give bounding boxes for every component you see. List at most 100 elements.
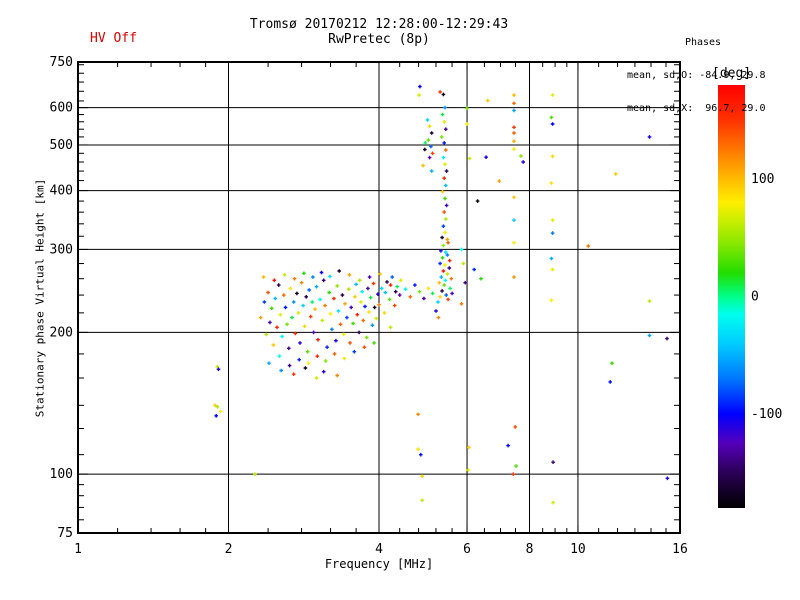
data-point xyxy=(461,261,466,266)
data-point xyxy=(306,361,311,365)
data-point xyxy=(512,147,516,151)
data-point xyxy=(360,289,364,294)
data-point xyxy=(298,341,302,345)
data-point xyxy=(512,131,516,135)
data-point xyxy=(441,92,446,97)
data-point xyxy=(272,278,277,283)
data-point xyxy=(313,307,317,311)
data-point xyxy=(372,305,377,310)
data-point xyxy=(374,316,379,321)
data-point xyxy=(444,203,449,208)
data-point xyxy=(311,275,315,279)
data-point xyxy=(444,148,448,152)
data-point xyxy=(512,93,516,97)
data-point xyxy=(345,315,349,320)
data-point xyxy=(367,275,372,279)
data-point xyxy=(436,315,441,320)
data-point xyxy=(383,290,388,295)
data-point xyxy=(393,289,398,294)
data-point xyxy=(351,321,355,326)
data-point xyxy=(550,218,555,222)
x-tick-label: 8 xyxy=(526,542,534,557)
data-point xyxy=(506,443,510,448)
data-point xyxy=(475,199,480,203)
phases-mean-sd-o: mean, sd,O: -84.9, 29.8 xyxy=(627,70,766,81)
data-point xyxy=(338,322,343,327)
data-point xyxy=(382,311,387,315)
data-point xyxy=(385,280,389,284)
data-point xyxy=(441,269,446,273)
data-point xyxy=(444,169,449,173)
data-point xyxy=(519,154,523,158)
data-point xyxy=(442,283,446,287)
data-point xyxy=(512,125,516,130)
data-point xyxy=(321,278,326,283)
data-point xyxy=(335,373,339,378)
data-point xyxy=(262,300,267,304)
data-point xyxy=(426,286,431,291)
data-point xyxy=(465,122,469,126)
data-point xyxy=(295,291,299,296)
data-point xyxy=(437,280,442,285)
data-point xyxy=(551,460,555,464)
data-point xyxy=(335,284,339,288)
data-point xyxy=(296,311,301,315)
data-point xyxy=(427,124,432,128)
data-point xyxy=(443,196,447,201)
data-point xyxy=(321,369,326,374)
data-point xyxy=(446,240,450,245)
data-point xyxy=(436,300,440,304)
data-point xyxy=(485,98,490,103)
y-tick-label: 100 xyxy=(50,467,73,482)
data-point xyxy=(353,295,357,299)
data-point xyxy=(467,445,471,450)
data-point xyxy=(467,156,472,161)
data-point xyxy=(328,312,333,316)
data-point xyxy=(347,287,351,291)
data-point xyxy=(445,237,450,242)
data-point xyxy=(403,287,408,291)
data-point xyxy=(314,284,319,289)
data-point xyxy=(341,332,346,337)
data-point xyxy=(512,101,516,106)
data-point xyxy=(362,345,367,349)
data-point xyxy=(357,278,362,283)
data-point xyxy=(276,283,281,287)
data-point xyxy=(279,368,283,373)
data-point xyxy=(479,276,483,281)
data-point xyxy=(430,151,435,156)
data-point xyxy=(549,256,554,261)
data-point xyxy=(372,341,376,345)
data-point xyxy=(387,297,392,302)
data-point xyxy=(343,302,347,306)
data-point xyxy=(290,315,294,320)
data-point xyxy=(416,447,420,451)
data-point xyxy=(299,280,304,285)
x-tick-label: 2 xyxy=(225,542,233,557)
data-point xyxy=(442,141,446,145)
data-point xyxy=(368,295,373,300)
data-point xyxy=(287,346,291,351)
data-point xyxy=(472,267,476,272)
data-point xyxy=(302,271,306,276)
data-point xyxy=(214,414,218,418)
x-tick-label: 16 xyxy=(672,542,688,557)
data-point xyxy=(550,93,555,97)
data-point xyxy=(512,195,516,200)
data-point xyxy=(443,278,448,283)
data-point xyxy=(459,247,464,252)
data-point xyxy=(332,352,337,356)
data-point xyxy=(327,290,331,295)
data-point xyxy=(613,172,618,176)
data-point xyxy=(283,305,288,310)
data-point xyxy=(665,336,669,341)
data-point xyxy=(441,224,446,228)
data-point xyxy=(310,300,314,304)
data-point xyxy=(352,349,357,354)
data-point xyxy=(288,286,293,291)
data-point xyxy=(340,293,345,297)
data-point xyxy=(420,474,424,478)
data-point xyxy=(325,345,329,349)
data-point xyxy=(423,147,427,152)
data-point xyxy=(442,176,446,180)
